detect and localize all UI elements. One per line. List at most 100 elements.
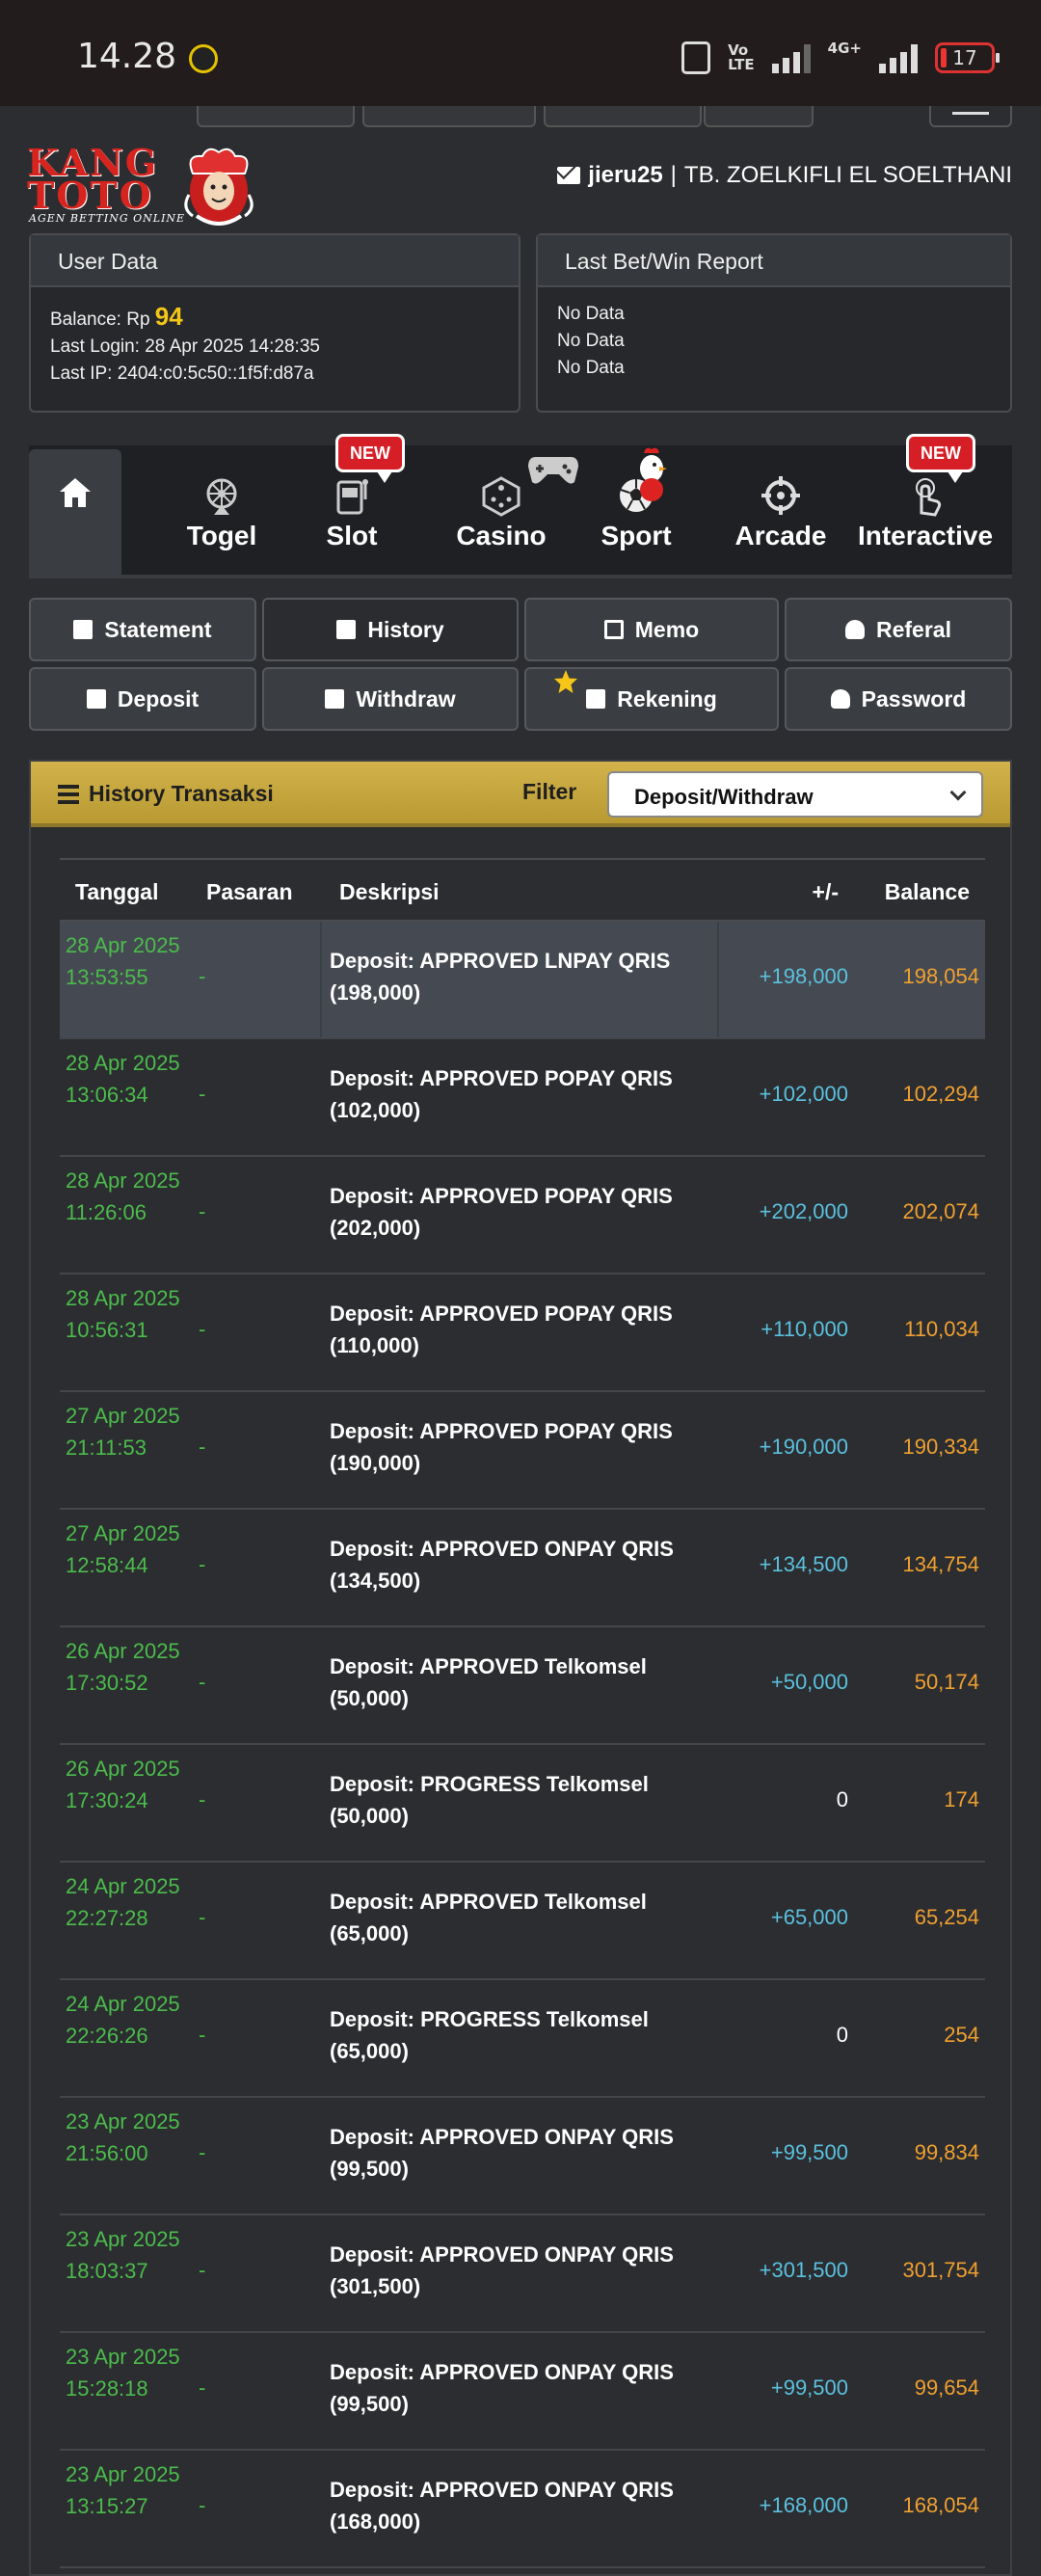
history-button[interactable]: History <box>262 598 519 661</box>
table-row[interactable]: 24 Apr 2025 22:27:28- Deposit: APPROVED T… <box>60 1863 985 1980</box>
table-row[interactable]: 23 Apr 2025 21:56:00- Deposit: APPROVED O… <box>60 2098 985 2215</box>
table-row[interactable]: 23 Apr 2025 13:15:27- Deposit: APPROVED O… <box>60 2451 985 2568</box>
table-row[interactable]: 28 Apr 2025 11:26:06- Deposit: APPROVED P… <box>60 1157 985 1275</box>
row-amount: +99,500 <box>770 2140 848 2164</box>
row-description: Deposit: APPROVED ONPAY QRIS (99,500) <box>330 2125 674 2181</box>
account-buttons-row-1: Statement History Memo Referal <box>29 598 1012 663</box>
table-row[interactable]: 26 Apr 2025 17:30:52- Deposit: APPROVED T… <box>60 1627 985 1745</box>
row-amount: +110,000 <box>761 1317 848 1341</box>
table-row[interactable]: 28 Apr 2025 13:06:34- Deposit: APPROVED P… <box>60 1039 985 1157</box>
calendar-icon <box>73 620 93 639</box>
menu-icon[interactable] <box>929 106 1012 127</box>
table-row[interactable]: 26 Apr 2025 17:30:24- Deposit: PROGRESS T… <box>60 1745 985 1863</box>
row-amount: +190,000 <box>759 1435 848 1459</box>
table-row[interactable]: 24 Apr 2025 22:26:26- Deposit: PROGRESS T… <box>60 1980 985 2098</box>
table-row[interactable]: 28 Apr 2025 10:56:31- Deposit: APPROVED P… <box>60 1275 985 1392</box>
row-balance: 301,754 <box>902 2258 979 2282</box>
last-login: Last Login: 28 Apr 2025 14:28:35 <box>50 336 320 357</box>
user-data-title: User Data <box>31 235 519 287</box>
row-description: Deposit: APPROVED POPAY QRIS (102,000) <box>330 1066 673 1122</box>
tab-label: Interactive <box>857 521 994 550</box>
row-description: Deposit: APPROVED POPAY QRIS (202,000) <box>330 1184 673 1240</box>
row-amount: +168,000 <box>759 2493 848 2517</box>
top-nav-button-2[interactable] <box>362 106 536 127</box>
deposit-button[interactable]: Deposit <box>29 667 256 731</box>
report-title: Last Bet/Win Report <box>538 235 1010 287</box>
row-pasaran: - <box>199 1317 206 1341</box>
row-pasaran: - <box>199 2493 206 2517</box>
report-line: No Data <box>557 304 625 324</box>
user-info: jieru25 | TB. ZOELKIFLI EL SOELTHANI <box>557 162 1012 189</box>
tab-label: Slot <box>326 521 378 550</box>
row-balance: 202,074 <box>902 1199 979 1223</box>
edit-icon <box>603 620 624 639</box>
table-row[interactable]: 27 Apr 2025 12:58:44- Deposit: APPROVED O… <box>60 1510 985 1627</box>
mascot-icon <box>184 148 254 226</box>
tab-togel[interactable]: Togel <box>145 445 299 578</box>
last-ip: Last IP: 2404:c0:5c50::1f5f:d87a <box>50 363 314 384</box>
tab-arcade[interactable]: Arcade <box>704 445 858 578</box>
row-date: 26 Apr 2025 17:30:52 <box>66 1639 180 1695</box>
button-label: Withdraw <box>356 685 456 711</box>
crosshair-icon <box>761 476 800 515</box>
row-description: Deposit: APPROVED Telkomsel (65,000) <box>330 1890 647 1945</box>
network-type: 4G+ <box>827 40 862 57</box>
row-balance: 50,174 <box>914 1670 979 1694</box>
statement-button[interactable]: Statement <box>29 598 256 661</box>
calendar-icon <box>336 620 357 639</box>
history-panel: History Transaksi Filter Deposit/Withdra… <box>29 760 1012 2576</box>
withdraw-icon <box>325 689 345 709</box>
filter-label: Filter <box>522 779 577 804</box>
row-amount: +102,000 <box>759 1082 848 1106</box>
row-description: Deposit: APPROVED ONPAY QRIS (99,500) <box>330 2360 674 2416</box>
col-pasaran[interactable]: Pasaran <box>206 879 293 905</box>
site-logo[interactable]: KANG TOTO AGEN BETTING ONLINE <box>27 145 258 231</box>
row-description: Deposit: APPROVED ONPAY QRIS (134,500) <box>330 1537 674 1593</box>
referal-button[interactable]: Referal <box>785 598 1012 661</box>
game-tabs: Togel Slot Casino Sport Arcade Interacti… <box>29 445 1012 578</box>
col-deskripsi[interactable]: Deskripsi <box>339 879 440 905</box>
row-balance: 174 <box>944 1787 979 1811</box>
row-description: Deposit: APPROVED LNPAY QRIS (198,000) <box>330 949 671 1005</box>
withdraw-button[interactable]: Withdraw <box>262 667 519 731</box>
row-date: 24 Apr 2025 22:27:28 <box>66 1874 180 1930</box>
password-button[interactable]: Password <box>785 667 1012 731</box>
top-nav-button-3[interactable] <box>544 106 702 127</box>
button-label: Memo <box>634 616 700 642</box>
col-tanggal[interactable]: Tanggal <box>75 879 158 905</box>
new-badge-interactive: NEW <box>906 434 975 483</box>
mail-icon[interactable] <box>557 167 581 184</box>
table-row[interactable]: 27 Apr 2025 21:11:53- Deposit: APPROVED P… <box>60 1392 985 1510</box>
row-balance: 110,034 <box>904 1317 979 1341</box>
user-icon <box>845 620 865 639</box>
account-buttons-row-2: Deposit Withdraw Rekening Password <box>29 667 1012 733</box>
row-balance: 168,054 <box>902 2493 979 2517</box>
table-row[interactable]: 23 Apr 2025 18:03:37- Deposit: APPROVED O… <box>60 2215 985 2333</box>
memo-button[interactable]: Memo <box>524 598 779 661</box>
table-row[interactable]: 28 Apr 2025 13:53:55- Deposit: APPROVED L… <box>60 922 985 1039</box>
tab-home[interactable] <box>29 449 121 578</box>
row-date: 23 Apr 2025 21:56:00 <box>66 2109 180 2165</box>
report-panel: Last Bet/Win Report No Data No Data No D… <box>536 233 1012 413</box>
row-amount: +301,500 <box>759 2258 848 2282</box>
top-nav-button-1[interactable] <box>197 106 355 127</box>
chevron-down-icon <box>949 784 967 801</box>
table-row[interactable]: 23 Apr 2025 15:28:18- Deposit: APPROVED O… <box>60 2333 985 2451</box>
filter-select[interactable]: Deposit/Withdraw <box>607 771 983 818</box>
row-description: Deposit: APPROVED POPAY QRIS (190,000) <box>330 1419 673 1475</box>
touch-hand-icon <box>916 478 942 517</box>
row-date: 24 Apr 2025 22:26:26 <box>66 1992 180 2048</box>
row-pasaran: - <box>199 2140 206 2164</box>
row-balance: 198,054 <box>902 964 979 988</box>
row-date: 28 Apr 2025 11:26:06 <box>66 1168 180 1224</box>
report-line: No Data <box>557 331 625 351</box>
user-icon <box>830 689 850 709</box>
top-nav-button-4[interactable] <box>704 106 814 127</box>
col-balance[interactable]: Balance <box>885 879 970 905</box>
username[interactable]: jieru25 <box>588 162 662 189</box>
signal-icon-2 <box>879 42 918 73</box>
row-pasaran: - <box>199 1670 206 1694</box>
col-amount[interactable]: +/- <box>813 879 839 905</box>
row-pasaran: - <box>199 2023 206 2047</box>
row-balance: 65,254 <box>914 1905 979 1929</box>
